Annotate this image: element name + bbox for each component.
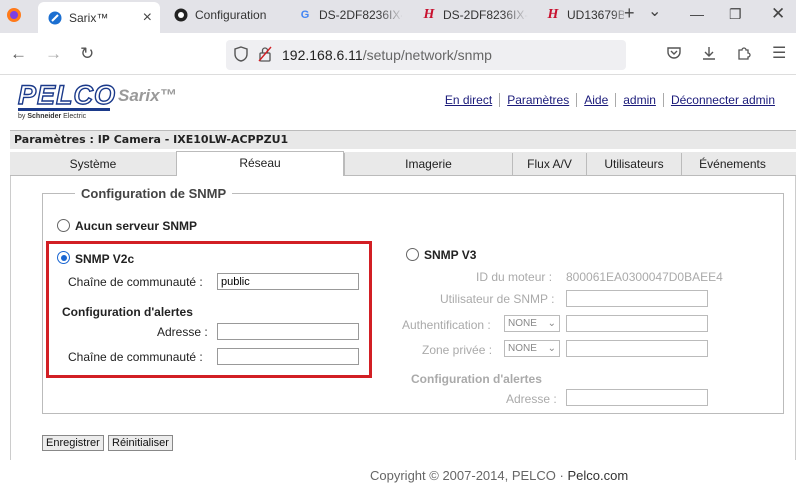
tab-title: DS-2DF8236IX- [443, 8, 528, 22]
google-icon: G [300, 9, 310, 21]
radio-snmp-v3[interactable] [406, 248, 419, 261]
tab-events[interactable]: Événements [681, 153, 783, 176]
browser-nav-bar: ← → ↻ 192.168.6.11/setup/network/snmp ☰ [0, 33, 796, 75]
reset-button[interactable]: Réinitialiser [108, 435, 173, 451]
tab-system[interactable]: Système [10, 153, 176, 176]
new-tab-button[interactable]: + [624, 3, 635, 24]
v3-user-input[interactable] [566, 290, 708, 307]
top-links: En direct Paramètres Aide admin Déconnec… [438, 93, 782, 107]
v3-auth-select[interactable]: NONE ⌄ [504, 315, 560, 332]
logo-underline [18, 108, 110, 111]
hikvision-icon: H [423, 7, 435, 22]
sarix-logo: Sarix™ [118, 86, 177, 105]
v3-address-label: Adresse : [506, 392, 557, 406]
snmp-legend: Configuration de SNMP [81, 186, 227, 201]
tab-title: DS-2DF8236IX- [319, 8, 402, 22]
link-admin[interactable]: admin [615, 93, 663, 107]
chevron-down-icon: ⌄ [547, 343, 556, 354]
camera-icon [174, 8, 188, 22]
download-icon[interactable] [701, 45, 717, 64]
menu-icon[interactable]: ☰ [772, 45, 786, 62]
v3-address-input[interactable] [566, 389, 708, 406]
tab-hik-ud[interactable]: H UD13679B- [540, 0, 624, 30]
link-logout[interactable]: Déconnecter admin [662, 93, 782, 107]
v3-engine-label: ID du moteur : [476, 270, 553, 284]
url-text[interactable]: 192.168.6.11/setup/network/snmp [282, 47, 492, 63]
v3-auth-input[interactable] [566, 315, 708, 332]
footer: Copyright © 2007-2014, PELCO · Pelco.com [370, 468, 628, 483]
v3-auth-value: NONE [508, 318, 537, 329]
main-tabs: Système Réseau Imagerie Flux A/V Utilisa… [10, 151, 796, 177]
v3-alerts-heading: Configuration d'alertes [411, 372, 542, 386]
tab-av-streams[interactable]: Flux A/V [512, 153, 586, 176]
pelco-icon [48, 11, 62, 25]
pelco-logo: PELCO [17, 79, 117, 110]
pelco-header: PELCO Sarix™ by Schneider Electric En di… [0, 76, 796, 130]
restore-icon[interactable]: ❐ [729, 6, 742, 23]
tab-imaging[interactable]: Imagerie [344, 153, 512, 176]
tab-title: Sarix™ [69, 10, 109, 25]
tab-title: Configuration [195, 8, 267, 22]
tab-title: UD13679B- [567, 8, 624, 22]
shield-icon[interactable] [234, 45, 248, 65]
reload-icon[interactable]: ↻ [80, 45, 94, 62]
back-icon[interactable]: ← [10, 45, 27, 62]
tab-network[interactable]: Réseau [176, 151, 344, 177]
firefox-icon[interactable] [6, 7, 22, 26]
tab-configuration[interactable]: Configuration [166, 0, 286, 30]
pocket-icon[interactable] [666, 45, 682, 64]
save-button[interactable]: Enregistrer [42, 435, 104, 451]
v3-privacy-value: NONE [508, 343, 537, 354]
close-tab-icon[interactable]: × [143, 9, 152, 27]
no-snmp-label: Aucun serveur SNMP [75, 219, 198, 233]
hikvision-icon: H [547, 7, 559, 22]
tab-list-button[interactable]: ⌄ [648, 1, 661, 21]
link-live[interactable]: En direct [438, 93, 499, 107]
extensions-icon[interactable] [736, 45, 752, 64]
link-help[interactable]: Aide [576, 93, 615, 107]
page-title: Paramètres : IP Camera - IXE10LW-ACPPZU1 [10, 130, 796, 149]
copyright-text: Copyright © 2007-2014, PELCO · [370, 468, 568, 483]
v3-auth-label: Authentification : [402, 318, 491, 332]
forward-icon[interactable]: → [45, 45, 62, 62]
tab-sarix[interactable]: Sarix™ × [38, 2, 160, 33]
minimize-icon[interactable]: — [690, 6, 704, 22]
tab-hik-ds[interactable]: H DS-2DF8236IX- [416, 0, 528, 30]
url-path: /setup/network/snmp [362, 47, 492, 63]
url-host: 192.168.6.11 [282, 47, 363, 63]
link-settings[interactable]: Paramètres [499, 93, 576, 107]
insecure-lock-icon[interactable] [258, 46, 272, 65]
schneider-logo: by Schneider Electric [18, 113, 87, 120]
tab-users[interactable]: Utilisateurs [586, 153, 681, 176]
highlight-box [46, 241, 372, 378]
v3-privacy-input[interactable] [566, 340, 708, 357]
v3-engine-value: 800061EA0300047D0BAEE4 [566, 270, 723, 284]
tab-google-ds[interactable]: G DS-2DF8236IX- [292, 0, 402, 30]
url-bar[interactable]: 192.168.6.11/setup/network/snmp [226, 40, 626, 70]
v3-user-label: Utilisateur de SNMP : [440, 292, 555, 306]
pelco-link[interactable]: Pelco.com [567, 468, 628, 483]
radio-no-snmp[interactable] [57, 219, 70, 232]
close-window-icon[interactable]: ✕ [771, 4, 785, 24]
snmp-v3-label: SNMP V3 [424, 248, 477, 262]
v3-privacy-select[interactable]: NONE ⌄ [504, 340, 560, 357]
chevron-down-icon: ⌄ [547, 318, 556, 329]
v3-privacy-label: Zone privée : [422, 343, 493, 357]
browser-tab-bar: Sarix™ × Configuration G DS-2DF8236IX- H… [0, 0, 796, 33]
